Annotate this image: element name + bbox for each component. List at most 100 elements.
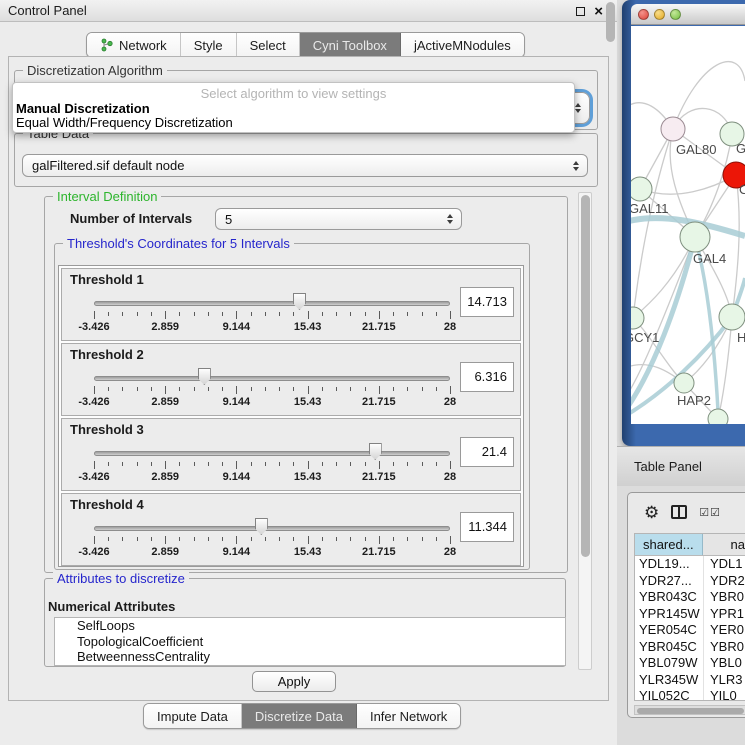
- threshold-label: Threshold 2: [70, 347, 144, 362]
- threshold-slider[interactable]: -3.4262.8599.14415.4321.71528: [94, 516, 450, 562]
- threshold-panel: Threshold 2 -3.4262.8599.14415.4321.7152…: [61, 343, 521, 416]
- tick-mark: [108, 537, 109, 541]
- slider-thumb[interactable]: [255, 518, 268, 535]
- node-label-ga: GA: [736, 141, 745, 156]
- horizontal-scrollbar[interactable]: [634, 705, 745, 715]
- slider-thumb[interactable]: [369, 443, 382, 460]
- attributes-list-scrollbar[interactable]: [606, 2, 615, 42]
- network-node-h[interactable]: [719, 304, 745, 330]
- slider-ticks: [94, 386, 450, 395]
- slider-track[interactable]: [94, 376, 450, 381]
- tab-style[interactable]: Style: [181, 33, 237, 57]
- table-row[interactable]: YPR145WYPR1: [635, 606, 745, 623]
- network-node-gal80[interactable]: [661, 117, 685, 141]
- numerical-attributes-list[interactable]: SelfLoopsTopologicalCoefficientBetweenne…: [54, 617, 566, 666]
- table-row[interactable]: YDR27...YDR2: [635, 573, 745, 590]
- numerical-attributes-label: Numerical Attributes: [48, 599, 175, 614]
- tick-mark: [94, 311, 95, 319]
- columns-icon[interactable]: [671, 505, 687, 519]
- tick-mark: [322, 387, 323, 391]
- tab-discretize-data[interactable]: Discretize Data: [242, 704, 357, 728]
- threshold-label: Threshold 4: [70, 497, 144, 512]
- threshold-value-field[interactable]: 6.316: [460, 362, 514, 392]
- attribute-item-topologicalcoefficient[interactable]: TopologicalCoefficient: [55, 634, 565, 650]
- tab-cyni-toolbox[interactable]: Cyni Toolbox: [300, 33, 401, 57]
- attribute-item-betweennesscentrality[interactable]: BetweennessCentrality: [55, 649, 565, 665]
- tab-jactivemnodules[interactable]: jActiveMNodules: [401, 33, 524, 57]
- close-traffic-light-icon[interactable]: [638, 9, 649, 20]
- tab-select[interactable]: Select: [237, 33, 300, 57]
- tick-mark: [222, 462, 223, 466]
- table-row[interactable]: YBL079WYBL0: [635, 655, 745, 672]
- column-header-shared-name[interactable]: shared...: [635, 534, 703, 555]
- tick-mark: [251, 462, 252, 466]
- threshold-stack: Threshold 1 -3.4262.8599.14415.4321.7152…: [58, 265, 524, 567]
- tick-label: 2.859: [151, 396, 179, 408]
- tick-mark: [208, 462, 209, 466]
- dropdown-item-equal-width-frequency[interactable]: Equal Width/Frequency Discretization: [16, 115, 233, 130]
- attribute-item-selfloops[interactable]: SelfLoops: [55, 618, 565, 634]
- threshold-slider[interactable]: -3.4262.8599.14415.4321.71528: [94, 366, 450, 412]
- node-table[interactable]: shared... na YDL19...YDL1YDR27...YDR2YBR…: [634, 533, 745, 701]
- tab-network[interactable]: Network: [87, 33, 181, 57]
- tick-label: -3.426: [78, 471, 109, 483]
- tick-mark: [436, 537, 437, 541]
- cell-shared-name: YLR345W: [635, 672, 704, 689]
- tick-mark: [293, 387, 294, 391]
- tick-mark: [379, 536, 380, 544]
- slider-thumb[interactable]: [293, 293, 306, 310]
- gear-icon[interactable]: ⚙: [644, 504, 659, 521]
- tick-mark: [365, 312, 366, 316]
- checkbox-icons[interactable]: ☑☑: [699, 506, 721, 519]
- slider-tick-labels: -3.4262.8599.14415.4321.71528: [94, 321, 450, 333]
- tab-infer-network[interactable]: Infer Network: [357, 704, 460, 728]
- threshold-slider[interactable]: -3.4262.8599.14415.4321.71528: [94, 441, 450, 487]
- table-row[interactable]: YLR345WYLR3: [635, 672, 745, 689]
- tick-mark: [322, 537, 323, 541]
- table-row[interactable]: YER054CYER0: [635, 622, 745, 639]
- network-canvas[interactable]: GAL80GACGAL11GAL4GCY1HHAP2: [631, 26, 745, 424]
- network-node[interactable]: [708, 409, 728, 424]
- tick-mark: [165, 536, 166, 544]
- threshold-slider[interactable]: -3.4262.8599.14415.4321.71528: [94, 291, 450, 337]
- threshold-value-field[interactable]: 11.344: [460, 512, 514, 542]
- slider-track[interactable]: [94, 301, 450, 306]
- table-data-combobox[interactable]: galFiltered.sif default node: [22, 154, 588, 177]
- threshold-value-field[interactable]: 14.713: [460, 287, 514, 317]
- table-row[interactable]: YIL052CYIL0: [635, 688, 745, 701]
- tick-mark: [179, 537, 180, 541]
- cell-name: YBL0: [704, 655, 745, 672]
- slider-track[interactable]: [94, 451, 450, 456]
- network-node-gal11[interactable]: [631, 177, 652, 201]
- dropdown-item-manual-discretization[interactable]: Manual Discretization: [16, 101, 150, 116]
- threshold-value-field[interactable]: 21.4: [460, 437, 514, 467]
- close-icon[interactable]: ×: [594, 4, 603, 19]
- column-header-name[interactable]: na: [703, 534, 745, 555]
- table-row[interactable]: YDL19...YDL1: [635, 556, 745, 573]
- table-row[interactable]: YBR045CYBR0: [635, 639, 745, 656]
- tick-mark: [279, 462, 280, 466]
- control-panel: Control Panel × NetworkStyleSelectCyni T…: [0, 0, 617, 745]
- tick-label: -3.426: [78, 396, 109, 408]
- network-node-gal4[interactable]: [680, 222, 710, 252]
- tab-label: Style: [194, 38, 223, 53]
- tick-mark: [407, 312, 408, 316]
- vertical-scrollbar-thumb[interactable]: [581, 195, 590, 557]
- zoom-traffic-light-icon[interactable]: [670, 9, 681, 20]
- tick-mark: [407, 462, 408, 466]
- apply-button[interactable]: Apply: [252, 671, 336, 692]
- horizontal-scrollbar-thumb[interactable]: [637, 708, 744, 714]
- network-graph[interactable]: GAL80GACGAL11GAL4GCY1HHAP2: [631, 26, 745, 424]
- slider-thumb[interactable]: [198, 368, 211, 385]
- tab-impute-data[interactable]: Impute Data: [144, 704, 242, 728]
- vertical-scrollbar[interactable]: [578, 192, 592, 670]
- slider-track[interactable]: [94, 526, 450, 531]
- float-window-icon[interactable]: [576, 7, 585, 16]
- table-row[interactable]: YBR043CYBR0: [635, 589, 745, 606]
- minimize-traffic-light-icon[interactable]: [654, 9, 665, 20]
- table-header-row: shared... na: [635, 534, 745, 556]
- threshold-panel: Threshold 3 -3.4262.8599.14415.4321.7152…: [61, 418, 521, 491]
- tick-mark: [122, 537, 123, 541]
- network-node-hap2[interactable]: [674, 373, 694, 393]
- number-of-intervals-combobox[interactable]: 5: [215, 208, 462, 230]
